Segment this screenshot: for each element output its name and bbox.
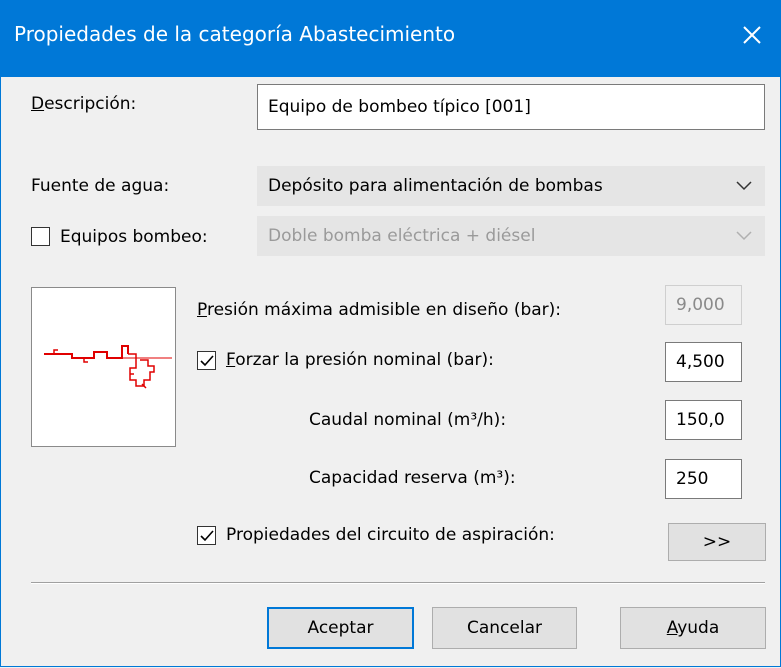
reserve-capacity-value: 250 [676, 469, 709, 489]
water-source-value: Depósito para alimentación de bombas [268, 176, 603, 196]
window-title: Propiedades de la categoría Abastecimien… [14, 22, 456, 46]
reserve-capacity-input[interactable]: 250 [665, 459, 742, 499]
separator [31, 582, 765, 584]
suction-circuit-button-label: >> [702, 532, 732, 552]
max-pressure-value: 9,000 [676, 295, 725, 315]
cancel-button-label: Cancelar [467, 618, 542, 638]
help-button-label-rest: yuda [677, 618, 720, 638]
max-pressure-field: 9,000 [665, 285, 742, 325]
checkmark-icon [200, 355, 214, 367]
max-pressure-label-rest: resión máxima admisible en diseño (bar): [206, 300, 562, 320]
suction-circuit-button[interactable]: >> [668, 523, 766, 561]
pump-equipment-value: Doble bomba eléctrica + diésel [268, 226, 536, 246]
force-pressure-checkbox[interactable] [197, 351, 216, 370]
suction-circuit-checkbox[interactable] [197, 526, 216, 545]
pipe-network-drawing [44, 345, 172, 389]
description-value: Equipo de bombeo típico [001] [268, 97, 531, 117]
accept-button[interactable]: Aceptar [267, 607, 414, 649]
accept-button-label: Aceptar [307, 618, 374, 638]
chevron-down-icon [736, 181, 752, 191]
pump-equipment-select[interactable]: Doble bomba eléctrica + diésel [257, 216, 765, 256]
water-source-label: Fuente de agua: [31, 176, 170, 196]
water-source-select[interactable]: Depósito para alimentación de bombas [257, 166, 765, 206]
chevron-down-icon [736, 231, 752, 241]
checkmark-icon [200, 530, 214, 542]
nominal-flow-input[interactable]: 150,0 [665, 400, 742, 440]
title-bar: Propiedades de la categoría Abastecimien… [0, 0, 781, 77]
suction-circuit-label: Propiedades del circuito de aspiración: [226, 525, 555, 545]
nominal-flow-value: 150,0 [676, 410, 725, 430]
description-input[interactable]: Equipo de bombeo típico [001] [257, 84, 765, 130]
force-pressure-label-rest: orzar la presión nominal (bar): [235, 350, 494, 370]
description-label: Descripción: [31, 94, 137, 114]
force-pressure-value: 4,500 [676, 352, 725, 372]
pump-equipment-checkbox[interactable] [31, 227, 50, 246]
description-label-rest: escripción: [44, 94, 137, 114]
force-pressure-label: Forzar la presión nominal (bar): [226, 350, 494, 370]
help-button-label: Ayuda [666, 618, 720, 638]
help-button[interactable]: Ayuda [620, 607, 766, 649]
force-pressure-input[interactable]: 4,500 [665, 342, 742, 382]
cancel-button[interactable]: Cancelar [432, 607, 577, 649]
network-preview [31, 287, 176, 447]
nominal-flow-label: Caudal nominal (m³/h): [309, 410, 507, 430]
max-pressure-label: Presión máxima admisible en diseño (bar)… [197, 300, 562, 320]
pump-equipment-label: Equipos bombeo: [60, 227, 208, 247]
close-icon[interactable] [737, 20, 767, 50]
reserve-capacity-label: Capacidad reserva (m³): [309, 468, 516, 488]
